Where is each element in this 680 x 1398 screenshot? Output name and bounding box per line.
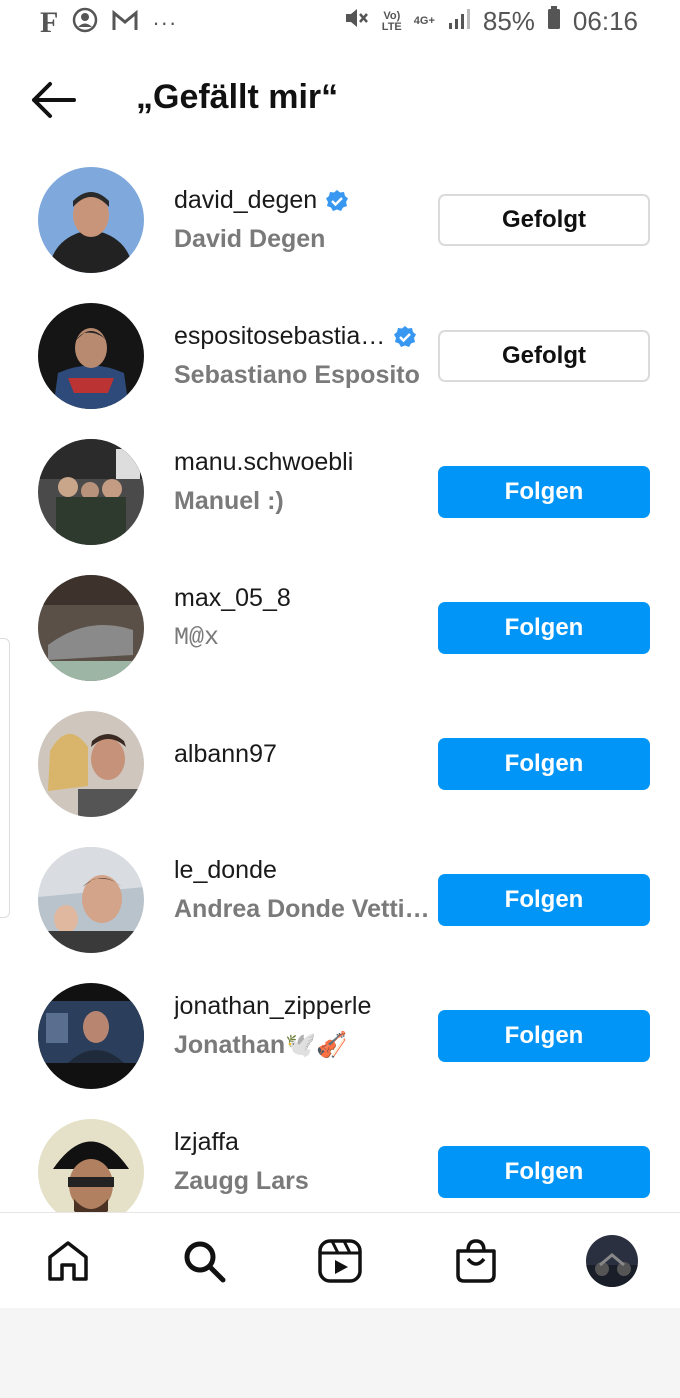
username[interactable]: manu.schwoebli	[174, 448, 436, 477]
list-item[interactable]: manu.schwoebli Manuel :) Folgen	[0, 424, 680, 560]
profile-avatar[interactable]	[586, 1235, 638, 1287]
list-item[interactable]: albann97 Folgen	[0, 696, 680, 832]
username-text[interactable]: le_donde	[174, 856, 277, 885]
verified-badge-icon	[326, 189, 349, 211]
battery-percent: 85%	[482, 6, 535, 36]
username[interactable]: albann97	[174, 740, 436, 769]
clock: 06:16	[572, 6, 638, 36]
full-name: Sebastiano Esposito	[174, 361, 420, 389]
username-text[interactable]: espositosebastia…	[174, 322, 385, 351]
full-name: M@x	[174, 623, 220, 652]
status-right-icons: Vo) LTE 4G+ 85% 06:16	[344, 6, 638, 37]
avatar[interactable]	[38, 847, 144, 953]
list-item[interactable]: le_donde Andrea Donde Vettig… Folgen	[0, 832, 680, 968]
names: le_donde Andrea Donde Vettig…	[174, 856, 436, 924]
username[interactable]: espositosebastia…	[174, 322, 436, 351]
system-nav-area	[0, 1308, 680, 1398]
list-item[interactable]: jonathan_zipperle Jonathan🕊️🎻 Folgen	[0, 968, 680, 1104]
names: david_degen David Degen	[174, 186, 436, 254]
avatar[interactable]	[38, 711, 144, 817]
username-text[interactable]: manu.schwoebli	[174, 448, 353, 477]
full-name: Manuel :)	[174, 487, 284, 515]
names: albann97	[174, 740, 436, 769]
messenger-icon	[72, 7, 98, 40]
full-name: David Degen	[174, 225, 326, 253]
list-item[interactable]: max_05_8 M@x Folgen	[0, 560, 680, 696]
page-title: „Gefällt mir“	[136, 78, 339, 116]
signal-icon	[447, 6, 471, 37]
shop-icon[interactable]	[452, 1237, 500, 1285]
follow-button[interactable]: Folgen	[438, 738, 650, 790]
list-item[interactable]: lzjaffa Zaugg Lars Folgen	[0, 1104, 680, 1212]
avatar[interactable]	[38, 983, 144, 1089]
more-icon: ···	[152, 10, 178, 35]
username-text[interactable]: albann97	[174, 740, 277, 769]
home-icon[interactable]	[44, 1237, 92, 1285]
network-label: 4G+	[413, 15, 435, 27]
likes-list: david_degen David Degen Gefolgt esposito…	[0, 152, 680, 1212]
list-item[interactable]: david_degen David Degen Gefolgt	[0, 152, 680, 288]
names: jonathan_zipperle Jonathan🕊️🎻	[174, 992, 436, 1060]
header: „Gefällt mir“	[0, 60, 680, 140]
avatar[interactable]	[38, 439, 144, 545]
username-text[interactable]: max_05_8	[174, 584, 291, 613]
verified-badge-icon	[394, 325, 417, 347]
reels-icon[interactable]	[316, 1237, 364, 1285]
gmail-icon	[112, 8, 138, 39]
avatar[interactable]	[38, 575, 144, 681]
status-left-icons: F ···	[40, 6, 177, 40]
avatar[interactable]	[38, 167, 144, 273]
names: lzjaffa Zaugg Lars	[174, 1128, 436, 1196]
avatar[interactable]	[38, 303, 144, 409]
username[interactable]: david_degen	[174, 186, 436, 215]
list-item[interactable]: espositosebastia… Sebastiano Esposito Ge…	[0, 288, 680, 424]
status-bar: F ··· Vo) LTE 4G+ 85% 06:16	[0, 0, 680, 48]
username-text[interactable]: lzjaffa	[174, 1128, 239, 1157]
follow-button[interactable]: Folgen	[438, 874, 650, 926]
username[interactable]: jonathan_zipperle	[174, 992, 436, 1021]
names: max_05_8 M@x	[174, 584, 436, 652]
username[interactable]: le_donde	[174, 856, 436, 885]
bottom-nav	[0, 1212, 680, 1308]
names: manu.schwoebli Manuel :)	[174, 448, 436, 516]
username[interactable]: max_05_8	[174, 584, 436, 613]
full-name: Andrea Donde Vettig…	[174, 895, 436, 923]
follow-button[interactable]: Folgen	[438, 1146, 650, 1198]
username-text[interactable]: david_degen	[174, 186, 317, 215]
full-name: Jonathan🕊️🎻	[174, 1031, 348, 1059]
follow-button[interactable]: Folgen	[438, 602, 650, 654]
battery-icon	[547, 6, 561, 37]
follow-button[interactable]: Folgen	[438, 1010, 650, 1062]
following-button[interactable]: Gefolgt	[438, 330, 650, 382]
avatar[interactable]	[38, 1119, 144, 1212]
username-text[interactable]: jonathan_zipperle	[174, 992, 371, 1021]
username[interactable]: lzjaffa	[174, 1128, 436, 1157]
facebook-icon: F	[40, 6, 59, 39]
follow-button[interactable]: Folgen	[438, 466, 650, 518]
names: espositosebastia… Sebastiano Esposito	[174, 322, 436, 390]
volte-label: Vo) LTE	[381, 9, 402, 33]
search-icon[interactable]	[180, 1237, 228, 1285]
following-button[interactable]: Gefolgt	[438, 194, 650, 246]
back-arrow-icon[interactable]	[28, 78, 78, 122]
mute-icon	[344, 6, 370, 37]
full-name: Zaugg Lars	[174, 1167, 309, 1195]
